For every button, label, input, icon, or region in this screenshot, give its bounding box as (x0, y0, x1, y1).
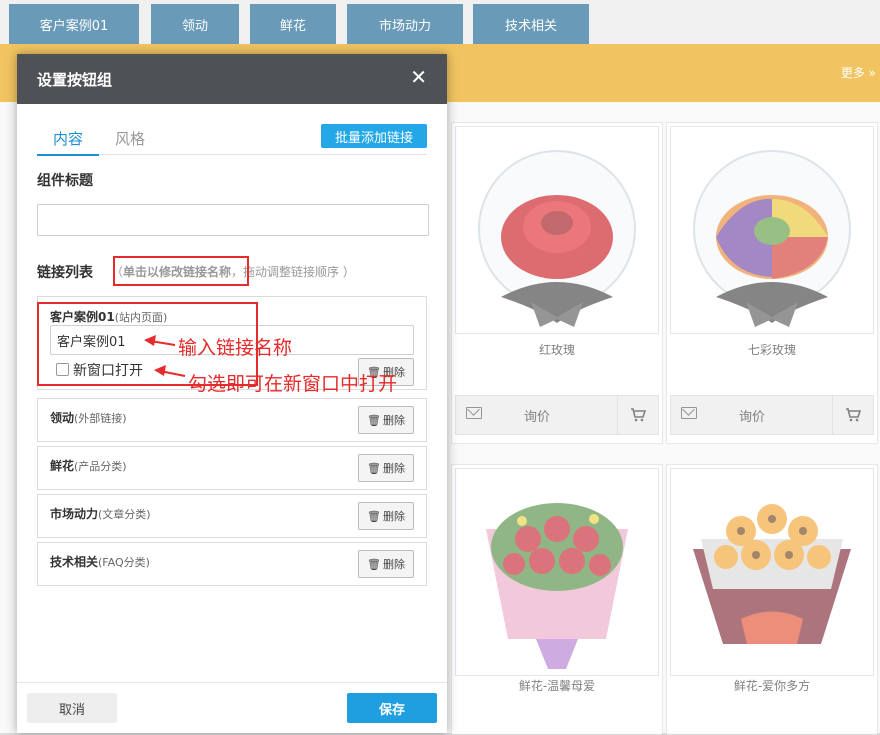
arrow-head-icon (144, 335, 156, 346)
arrow-head-icon (154, 365, 166, 376)
annotation-new-window: 勾选即可在新窗口中打开 (188, 373, 398, 395)
annotation-arrows (144, 335, 186, 377)
annotation-enter-link-name: 输入链接名称 (178, 337, 293, 359)
